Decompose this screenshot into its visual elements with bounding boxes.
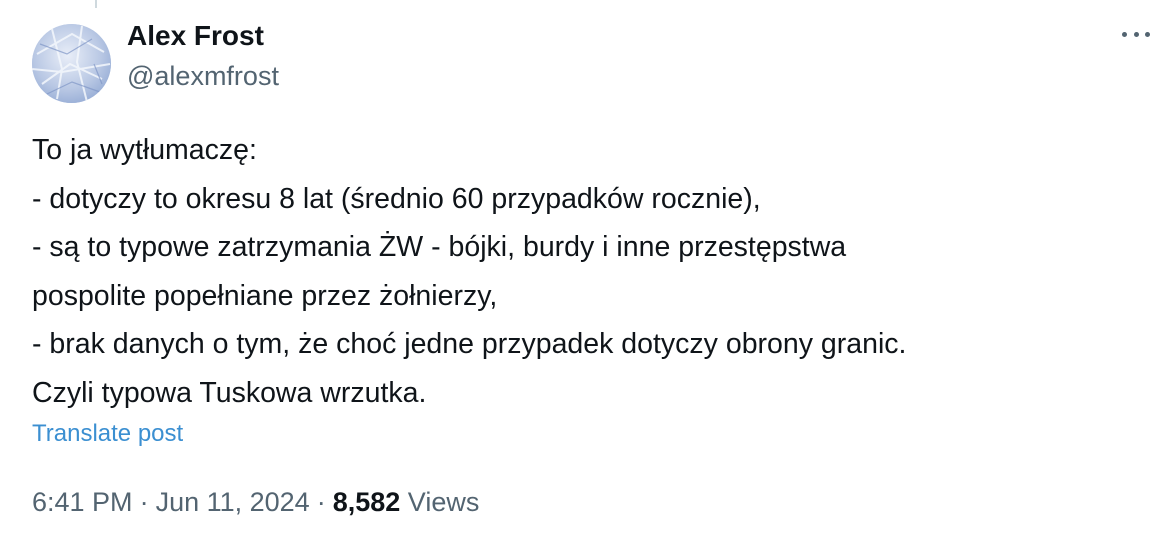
more-dot xyxy=(1122,31,1127,37)
post-date[interactable]: Jun 11, 2024 xyxy=(156,487,310,517)
ice-crystal-avatar-icon xyxy=(32,24,111,103)
meta-separator: · xyxy=(139,487,149,517)
more-dot xyxy=(1133,31,1139,37)
post-text: To ja wytłumaczę: - dotyczy to okresu 8 … xyxy=(32,126,1152,417)
translate-post-link[interactable]: Translate post xyxy=(32,418,183,450)
author-handle[interactable]: @alexmfrost xyxy=(127,59,279,93)
tweet-card: Alex Frost @alexmfrost To ja wytłumaczę:… xyxy=(0,0,1166,540)
more-horizontal-icon[interactable] xyxy=(1118,20,1154,48)
author-name[interactable]: Alex Frost xyxy=(127,19,264,53)
post-line: - dotyczy to okresu 8 lat (średnio 60 pr… xyxy=(32,182,761,215)
thread-connector-line xyxy=(95,0,97,8)
post-line: - brak danych o tym, że choć jedne przyp… xyxy=(32,328,907,360)
avatar[interactable] xyxy=(32,24,111,103)
post-line: pospolite popełniane przez żołnierzy, xyxy=(32,279,498,312)
post-time[interactable]: 6:41 PM xyxy=(32,487,133,517)
post-meta: 6:41 PM · Jun 11, 2024 · 8,582 Views xyxy=(32,484,479,520)
meta-separator: · xyxy=(316,487,326,517)
views-label: Views xyxy=(407,487,480,517)
post-line: To ja wytłumaczę: xyxy=(32,134,257,166)
post-line: - są to typowe zatrzymania ŻW - bójki, b… xyxy=(32,231,847,263)
views-count[interactable]: 8,582 xyxy=(333,487,401,517)
more-dot xyxy=(1145,31,1150,37)
post-line: Czyli typowa Tuskowa wrzutka. xyxy=(32,376,427,409)
